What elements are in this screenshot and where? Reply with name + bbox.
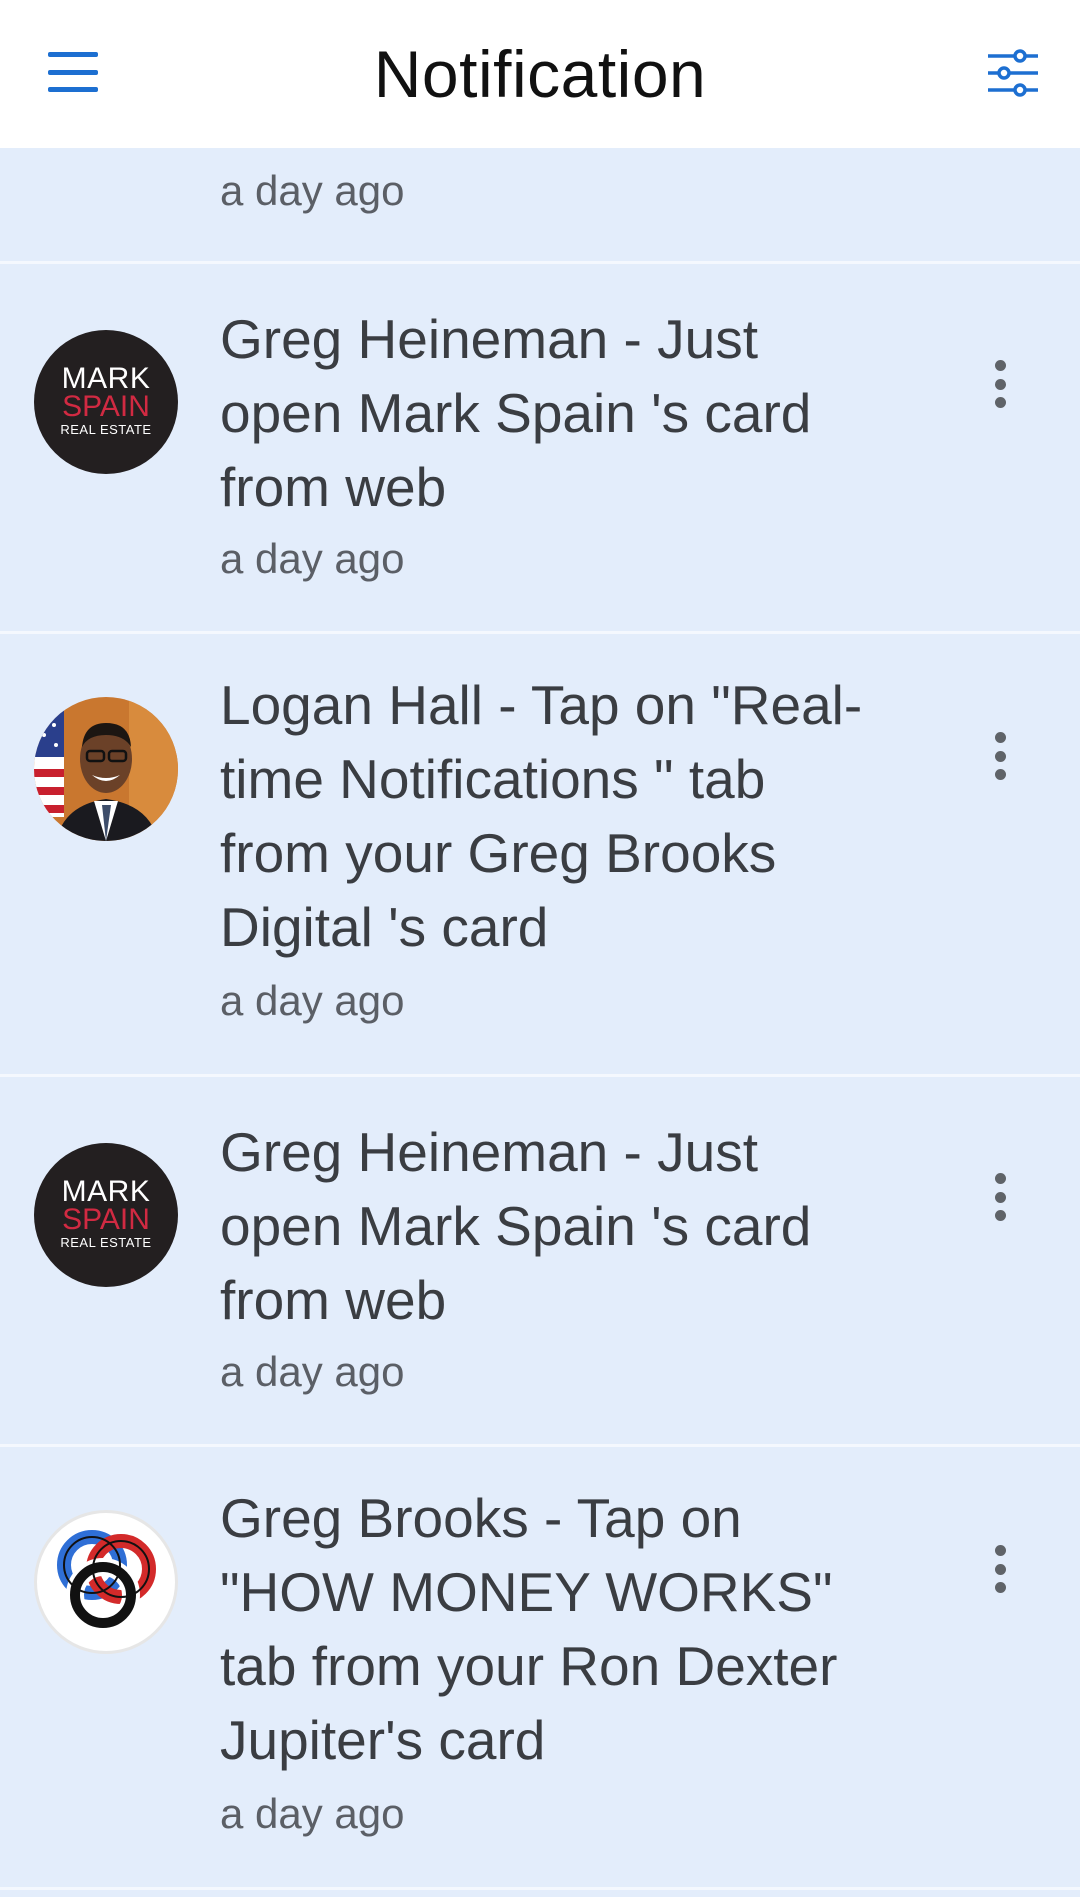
more-options-icon[interactable] [980, 726, 1020, 786]
app-header: Notification [0, 0, 1080, 148]
notification-message: Greg Brooks - Tap on "HOW MONEY WORKS" t… [220, 1487, 838, 1771]
filter-sliders-icon[interactable] [986, 48, 1040, 98]
notification-time: a day ago [220, 1348, 405, 1395]
notification-message: Greg Heineman - Just open Mark Spain 's … [220, 1121, 812, 1331]
hamburger-menu-icon[interactable] [48, 52, 98, 92]
mark-spain-logo-avatar: MARK SPAIN REAL ESTATE [34, 1143, 178, 1287]
notification-item[interactable]: Greg Brooks - Tap on "HOW MONEY WORKS" t… [0, 1447, 1080, 1890]
person-photo-icon [34, 697, 178, 841]
more-options-icon[interactable] [980, 1167, 1020, 1227]
more-options-icon[interactable] [980, 1539, 1020, 1599]
rings-logo-avatar [34, 1510, 178, 1654]
notification-message: Greg Heineman - Just open Mark Spain 's … [220, 308, 812, 518]
notification-time: a day ago [220, 1790, 405, 1837]
profile-photo-avatar [34, 697, 178, 841]
notification-list: a day ago MARK SPAIN REAL ESTATE Greg He… [0, 148, 1080, 1890]
page-title: Notification [373, 37, 707, 111]
notification-time: a day ago [220, 535, 405, 582]
notification-message: Logan Hall - Tap on "Real-time Notificat… [220, 674, 863, 958]
notification-time: a day ago [220, 977, 405, 1024]
notification-item[interactable]: a day ago [0, 148, 1080, 264]
mark-spain-logo-avatar: MARK SPAIN REAL ESTATE [34, 330, 178, 474]
more-options-icon[interactable] [980, 354, 1020, 414]
notification-item[interactable]: MARK SPAIN REAL ESTATE Greg Heineman - J… [0, 1077, 1080, 1447]
notification-time: a day ago [220, 167, 405, 214]
notification-item[interactable]: Logan Hall - Tap on "Real-time Notificat… [0, 634, 1080, 1077]
interlocking-rings-icon [57, 1530, 156, 1632]
notification-item[interactable]: MARK SPAIN REAL ESTATE Greg Heineman - J… [0, 264, 1080, 634]
